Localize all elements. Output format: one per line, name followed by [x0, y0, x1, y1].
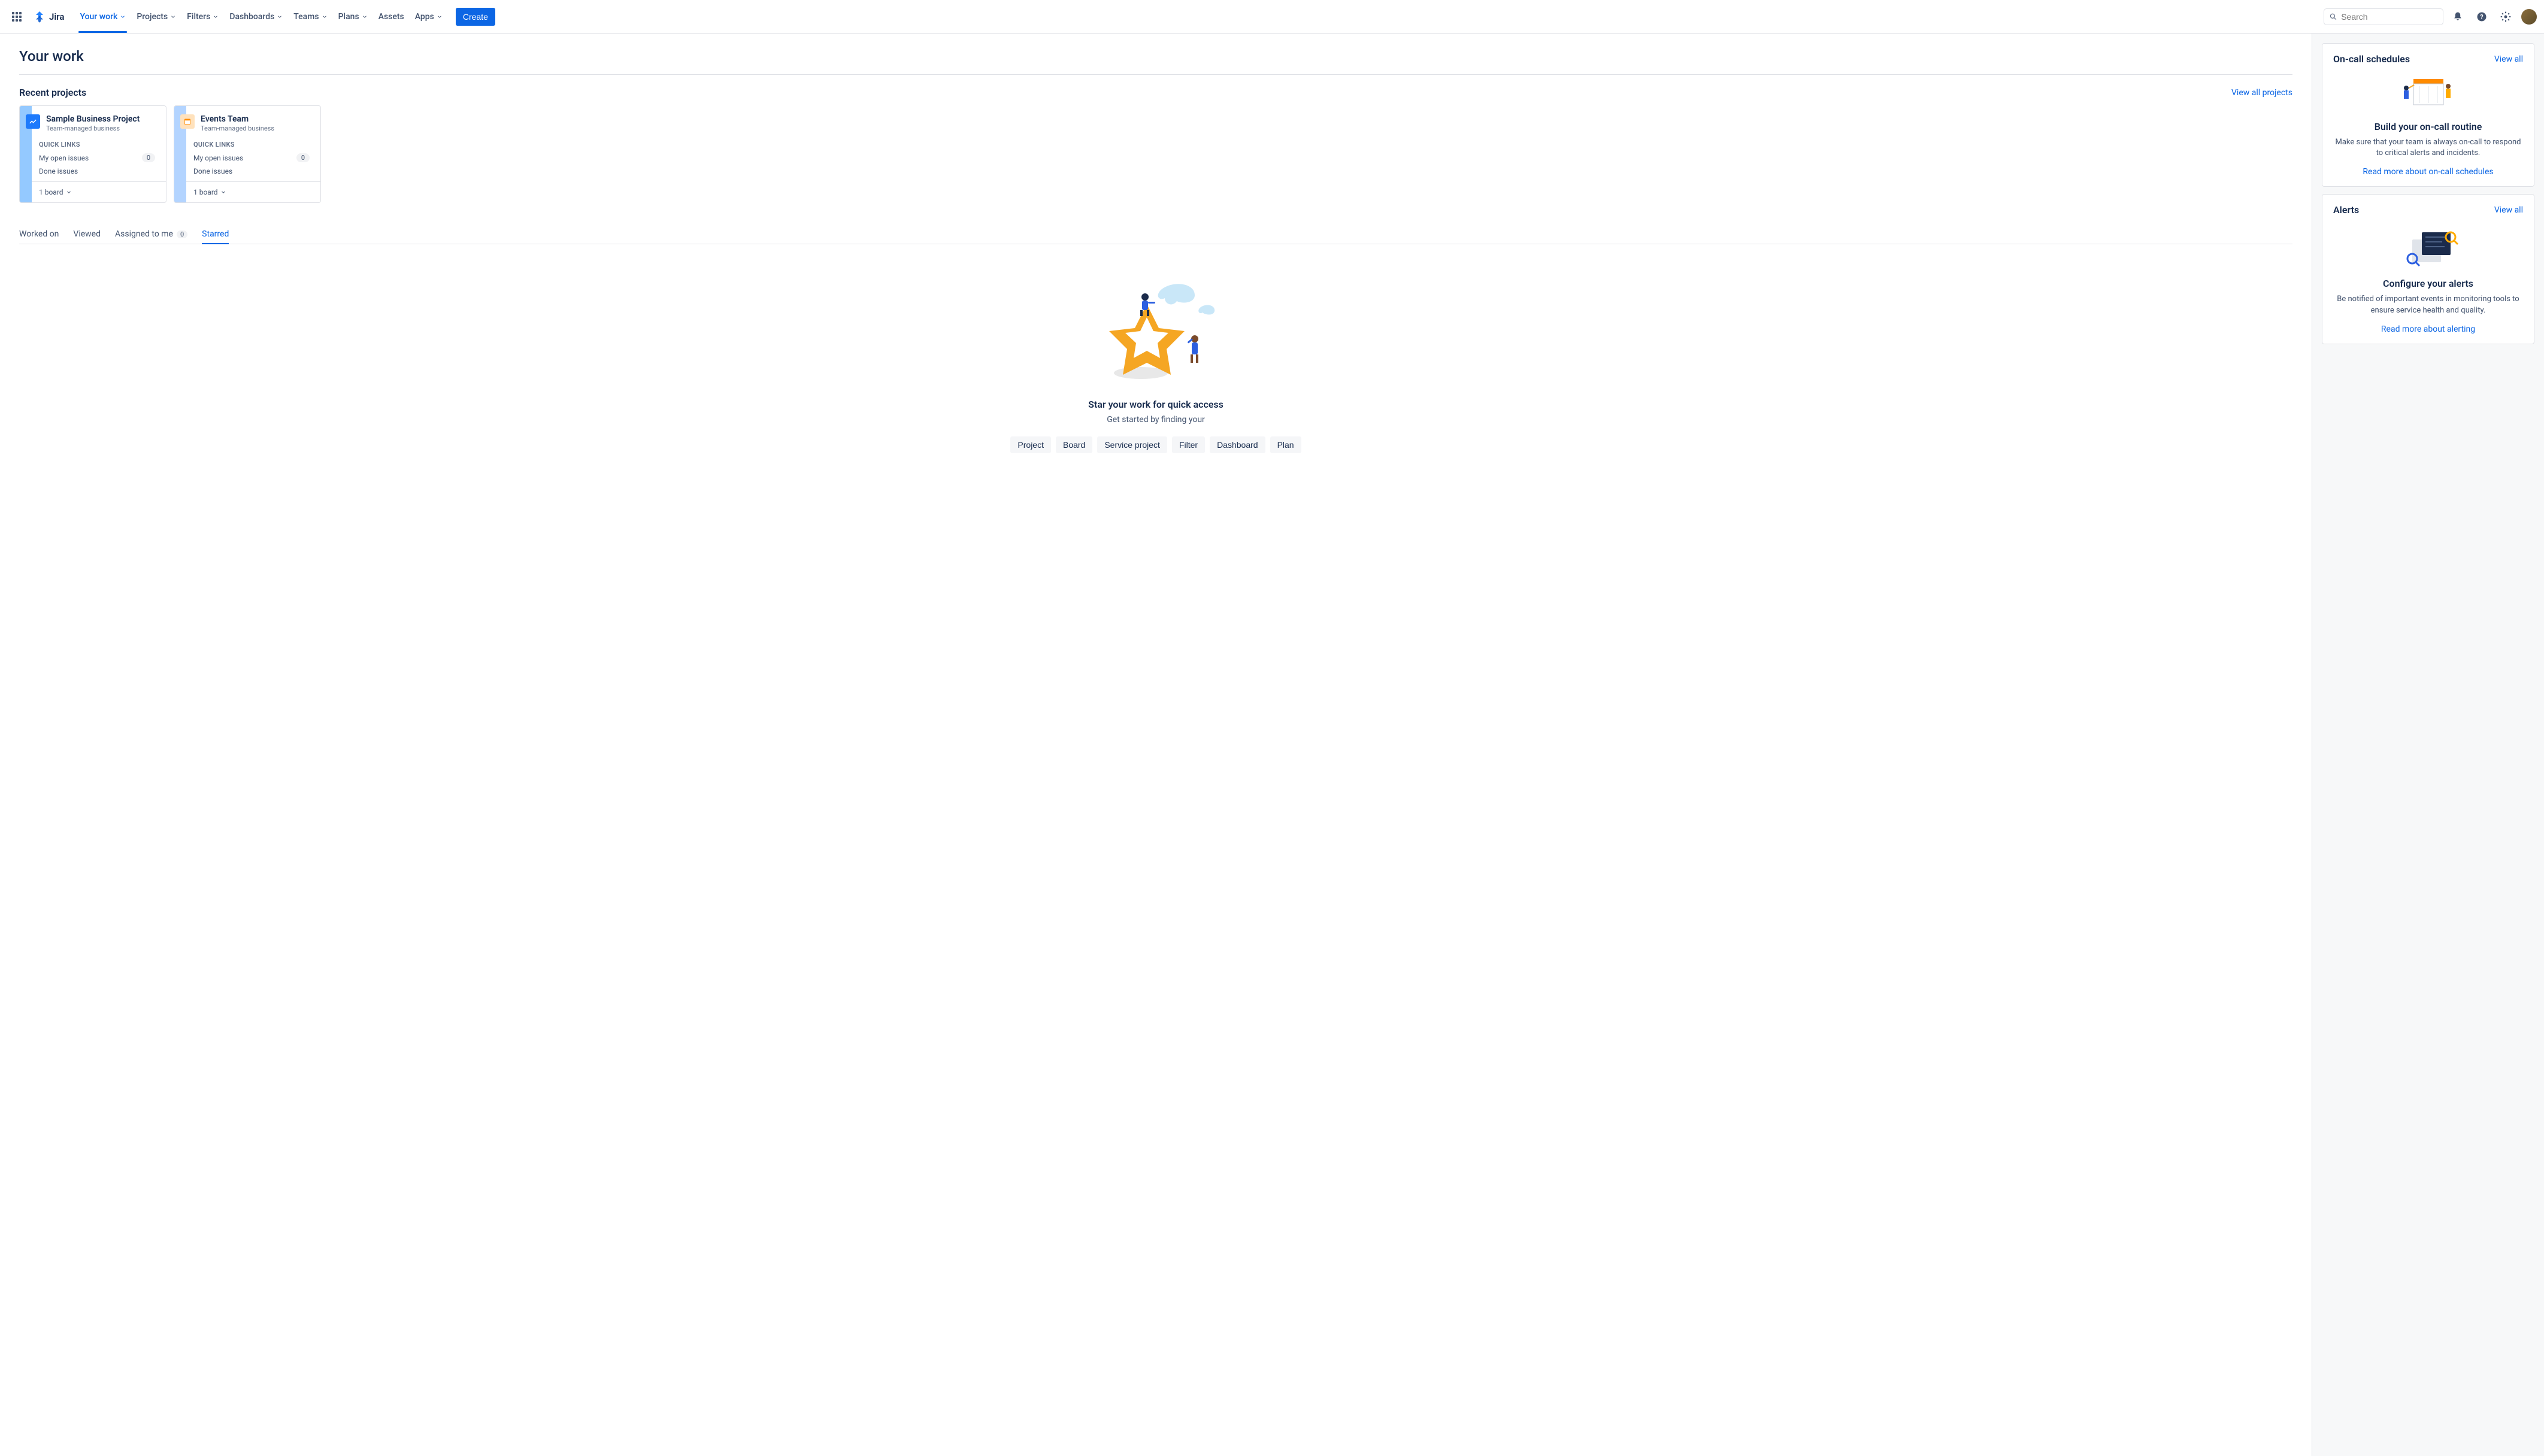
oncall-read-more-link[interactable]: Read more about on-call schedules: [2333, 167, 2523, 177]
chevron-down-icon: [213, 14, 219, 20]
alerts-description: Be notified of important events in monit…: [2333, 294, 2523, 316]
project-cards-row: Sample Business Project Team-managed bus…: [19, 105, 2292, 203]
quick-link-done-issues[interactable]: Done issues: [193, 167, 310, 175]
chevron-down-icon: [66, 189, 72, 195]
oncall-heading: Build your on-call routine: [2333, 121, 2523, 132]
notifications-button[interactable]: [2448, 7, 2467, 26]
alerts-illustration: [2333, 222, 2523, 273]
chip-dashboard[interactable]: Dashboard: [1210, 436, 1265, 453]
oncall-view-all-link[interactable]: View all: [2494, 54, 2523, 64]
recent-projects-title: Recent projects: [19, 87, 86, 98]
oncall-title: On-call schedules: [2333, 53, 2410, 65]
chip-service-project[interactable]: Service project: [1097, 436, 1167, 453]
oncall-card: On-call schedules View all Build your on…: [2322, 43, 2534, 187]
empty-title: Star your work for quick access: [1088, 399, 1223, 410]
project-avatar-icon: [180, 114, 195, 129]
jira-logo-text: Jira: [49, 11, 64, 22]
nav-plans[interactable]: Plans: [334, 8, 372, 25]
empty-chips: Project Board Service project Filter Das…: [1010, 436, 1301, 453]
alerts-view-all-link[interactable]: View all: [2494, 205, 2523, 215]
project-name: Events Team: [201, 114, 310, 124]
alerts-card: Alerts View all Configure your alerts Be…: [2322, 194, 2534, 344]
right-sidebar: On-call schedules View all Build your on…: [2312, 34, 2544, 1456]
jira-logo[interactable]: Jira: [29, 10, 68, 24]
nav-assets[interactable]: Assets: [374, 8, 409, 25]
work-tabs: Worked on Viewed Assigned to me 0 Starre…: [19, 225, 2292, 244]
project-avatar-icon: [26, 114, 40, 129]
nav-apps[interactable]: Apps: [410, 8, 447, 25]
project-type: Team-managed business: [201, 125, 310, 132]
view-all-projects-link[interactable]: View all projects: [2231, 88, 2292, 98]
quick-link-open-issues[interactable]: My open issues 0: [193, 153, 310, 162]
chip-plan[interactable]: Plan: [1270, 436, 1301, 453]
alerts-read-more-link[interactable]: Read more about alerting: [2333, 324, 2523, 334]
tab-viewed[interactable]: Viewed: [73, 225, 101, 244]
alerts-heading: Configure your alerts: [2333, 278, 2523, 289]
page-title: Your work: [19, 48, 2292, 75]
project-card[interactable]: Events Team Team-managed business QUICK …: [174, 105, 321, 203]
quick-link-done-issues[interactable]: Done issues: [39, 167, 155, 175]
tab-assigned-to-me[interactable]: Assigned to me 0: [115, 225, 187, 244]
app-switcher-icon[interactable]: [7, 7, 26, 26]
avatar[interactable]: [2521, 9, 2537, 25]
tab-worked-on[interactable]: Worked on: [19, 225, 59, 244]
quick-links-label: QUICK LINKS: [39, 141, 155, 148]
help-button[interactable]: ?: [2472, 7, 2491, 26]
search-icon: [2329, 12, 2337, 22]
nav-your-work[interactable]: Your work: [75, 8, 131, 25]
search-input[interactable]: [2341, 12, 2438, 22]
quick-link-open-issues[interactable]: My open issues 0: [39, 153, 155, 162]
nav-filters[interactable]: Filters: [182, 8, 223, 25]
project-type: Team-managed business: [46, 125, 155, 132]
oncall-illustration: [2333, 71, 2523, 116]
quick-links-label: QUICK LINKS: [193, 141, 310, 148]
chevron-down-icon: [120, 14, 126, 20]
chevron-down-icon: [170, 14, 176, 20]
chevron-down-icon: [220, 189, 226, 195]
tab-starred[interactable]: Starred: [202, 225, 229, 244]
svg-text:?: ?: [2480, 13, 2483, 21]
count-badge: 0: [142, 153, 155, 162]
board-dropdown[interactable]: 1 board: [174, 181, 320, 202]
empty-subtitle: Get started by finding your: [1107, 415, 1205, 424]
project-name: Sample Business Project: [46, 114, 155, 124]
nav-projects[interactable]: Projects: [132, 8, 181, 25]
count-badge: 0: [177, 230, 187, 238]
settings-button[interactable]: [2496, 7, 2515, 26]
project-card[interactable]: Sample Business Project Team-managed bus…: [19, 105, 166, 203]
chip-project[interactable]: Project: [1010, 436, 1051, 453]
chevron-down-icon: [322, 14, 328, 20]
chevron-down-icon: [362, 14, 368, 20]
nav-items: Your work Projects Filters Dashboards Te…: [75, 8, 447, 25]
jira-logo-icon: [32, 10, 47, 24]
nav-dashboards[interactable]: Dashboards: [225, 8, 287, 25]
create-button[interactable]: Create: [456, 8, 495, 26]
count-badge: 0: [296, 153, 310, 162]
board-dropdown[interactable]: 1 board: [20, 181, 166, 202]
chevron-down-icon: [437, 14, 443, 20]
chip-board[interactable]: Board: [1056, 436, 1092, 453]
chip-filter[interactable]: Filter: [1172, 436, 1205, 453]
gear-icon: [2500, 11, 2512, 23]
alerts-title: Alerts: [2333, 204, 2359, 216]
bell-icon: [2452, 11, 2464, 23]
oncall-description: Make sure that your team is always on-ca…: [2333, 137, 2523, 159]
empty-state: Star your work for quick access Get star…: [19, 244, 2292, 477]
star-illustration: [1096, 274, 1216, 382]
chevron-down-icon: [277, 14, 283, 20]
nav-teams[interactable]: Teams: [289, 8, 332, 25]
top-nav: Jira Your work Projects Filters Dashboar…: [0, 0, 2544, 34]
recent-projects-header: Recent projects View all projects: [19, 87, 2292, 98]
search-box[interactable]: [2324, 8, 2443, 25]
help-icon: ?: [2476, 11, 2488, 23]
